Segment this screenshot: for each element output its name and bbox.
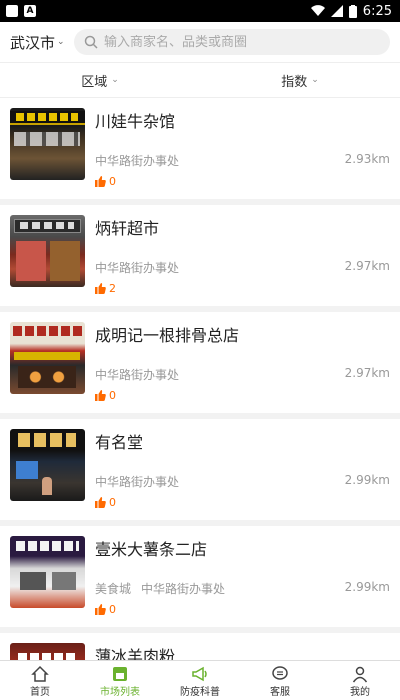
shop-photo: [10, 429, 85, 501]
shop-info: 壹米大薯条二店 美食城 中华路街办事处 2.99km 0: [95, 536, 390, 627]
status-bar: A 6:25: [0, 0, 400, 22]
shop-photo: [10, 215, 85, 287]
chat-icon: [272, 666, 288, 680]
shop-name: 成明记一根排骨总店: [95, 326, 240, 345]
like-count[interactable]: 0: [95, 175, 116, 188]
list-item[interactable]: 有名堂 中华路街办事处 2.99km 0: [0, 419, 400, 520]
search-box[interactable]: [74, 29, 390, 55]
search-icon: [84, 35, 98, 49]
tab-market-list[interactable]: 市场列表: [80, 661, 160, 700]
clock: 6:25: [362, 3, 392, 19]
list-item[interactable]: 炳轩超市 中华路街办事处 2.97km 2: [0, 205, 400, 306]
shop-distance: 2.93km: [344, 152, 390, 166]
bottom-tab-bar: 首页 市场列表 防疫科普 客服 我的: [0, 660, 400, 700]
like-count-value: 0: [109, 175, 116, 188]
shop-name: 川娃牛杂馆: [95, 112, 176, 131]
shop-tag: 中华路街办事处: [141, 582, 226, 596]
tab-epidemic-science-label: 防疫科普: [180, 687, 220, 698]
shop-meta: 中华路街办事处 2.97km: [95, 259, 390, 276]
shop-distance: 2.97km: [344, 259, 390, 273]
shop-info: 成明记一根排骨总店 中华路街办事处 2.97km 0: [95, 322, 390, 413]
filter-bar: 区域 ⌄ 指数 ⌄: [0, 62, 400, 98]
chevron-down-icon: ⌄: [311, 75, 319, 85]
app-notification-icon: [6, 5, 18, 17]
shop-info: 川娃牛杂馆 中华路街办事处 2.93km 0: [95, 108, 390, 199]
tab-market-list-label: 市场列表: [100, 687, 140, 698]
signal-icon: [330, 5, 343, 17]
city-selector[interactable]: 武汉市 ⌄: [10, 32, 66, 53]
tab-customer-service-label: 客服: [270, 687, 290, 698]
like-count[interactable]: 2: [95, 282, 116, 295]
thumbs-up-icon: [95, 283, 106, 294]
thumbs-up-icon: [95, 604, 106, 615]
header: 武汉市 ⌄: [0, 22, 400, 62]
city-label: 武汉市: [10, 33, 56, 52]
wifi-icon: [310, 5, 325, 17]
shop-tag: 中华路街办事处: [95, 261, 180, 275]
chevron-down-icon: ⌄: [111, 75, 119, 85]
shop-distance: 2.99km: [344, 580, 390, 594]
like-count-value: 0: [109, 603, 116, 616]
filter-index[interactable]: 指数 ⌄: [200, 63, 400, 97]
tab-home-label: 首页: [30, 687, 50, 698]
shop-tag: 中华路街办事处: [95, 368, 180, 382]
like-count[interactable]: 0: [95, 496, 116, 509]
thumbs-up-icon: [95, 390, 106, 401]
shop-distance: 2.99km: [344, 473, 390, 487]
user-icon: [352, 666, 368, 683]
like-count[interactable]: 0: [95, 603, 116, 616]
list-item[interactable]: 成明记一根排骨总店 中华路街办事处 2.97km 0: [0, 312, 400, 413]
shop-info: 炳轩超市 中华路街办事处 2.97km 2: [95, 215, 390, 306]
thumbs-up-icon: [95, 497, 106, 508]
chevron-down-icon: ⌄: [57, 37, 65, 47]
list-item[interactable]: 川娃牛杂馆 中华路街办事处 2.93km 0: [0, 98, 400, 199]
shop-tag: 中华路街办事处: [95, 154, 180, 168]
shop-tag: 中华路街办事处: [95, 475, 180, 489]
shop-meta: 中华路街办事处 2.93km: [95, 152, 390, 169]
tab-mine[interactable]: 我的: [320, 661, 400, 700]
home-icon: [31, 665, 49, 682]
battery-icon: [348, 4, 357, 18]
shop-photo: [10, 108, 85, 180]
shop-photo: [10, 322, 85, 394]
shop-name: 壹米大薯条二店: [95, 540, 208, 559]
shop-distance: 2.97km: [344, 366, 390, 380]
megaphone-icon: [192, 666, 207, 682]
shop-meta: 美食城 中华路街办事处 2.99km: [95, 580, 390, 597]
thumbs-up-icon: [95, 176, 106, 187]
like-count-value: 0: [109, 389, 116, 402]
tab-customer-service[interactable]: 客服: [240, 661, 320, 700]
filter-area[interactable]: 区域 ⌄: [0, 63, 200, 97]
shop-info: 有名堂 中华路街办事处 2.99km 0: [95, 429, 390, 520]
shop-photo: [10, 536, 85, 608]
shop-meta: 中华路街办事处 2.99km: [95, 473, 390, 490]
tab-mine-label: 我的: [350, 687, 370, 698]
store-icon: [113, 667, 127, 681]
shop-name: 有名堂: [95, 433, 144, 452]
tab-home[interactable]: 首页: [0, 661, 80, 700]
tab-epidemic-science[interactable]: 防疫科普: [160, 661, 240, 700]
list-item[interactable]: 壹米大薯条二店 美食城 中华路街办事处 2.99km 0: [0, 526, 400, 627]
search-input[interactable]: [104, 34, 380, 50]
filter-index-label: 指数: [281, 74, 308, 90]
shop-tag: 美食城: [95, 582, 132, 596]
like-count-value: 0: [109, 496, 116, 509]
app-notification-icon-a: A: [24, 5, 36, 17]
like-count-value: 2: [109, 282, 116, 295]
shop-meta: 中华路街办事处 2.97km: [95, 366, 390, 383]
filter-area-label: 区域: [81, 74, 108, 90]
shop-list: 川娃牛杂馆 中华路街办事处 2.93km 0 炳轩超市 中华路街办事处 2.97…: [0, 98, 400, 664]
shop-name: 炳轩超市: [95, 219, 160, 238]
like-count[interactable]: 0: [95, 389, 116, 402]
